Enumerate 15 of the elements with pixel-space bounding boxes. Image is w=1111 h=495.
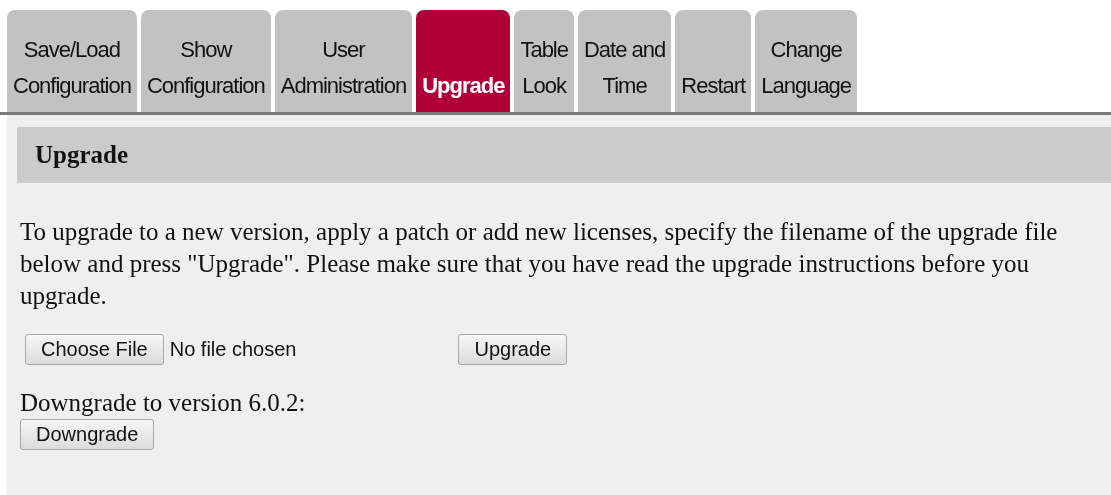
tab[interactable]: Table Look [514, 10, 574, 112]
tab[interactable]: Save/Load Configuration [7, 10, 137, 112]
tab[interactable]: Upgrade [416, 10, 511, 112]
file-status-text: No file chosen [169, 338, 297, 361]
tab[interactable]: Change Language [755, 10, 858, 112]
upgrade-button[interactable]: Upgrade [458, 334, 568, 365]
choose-file-button[interactable]: Choose File [25, 334, 164, 365]
tab[interactable]: Restart [675, 10, 752, 112]
tab[interactable]: User Administration [274, 10, 413, 112]
section-title: Upgrade [35, 141, 129, 169]
tab[interactable]: Date and Time [578, 10, 672, 112]
downgrade-label: Downgrade to version 6.0.2: [20, 389, 307, 417]
description-text: To upgrade to a new version, apply a patch or add new licenses, specify the filename of the upgrade file below and press "Upgrade". Please make sure that you have read the upgrade instructions before you upgrade. [20, 217, 1059, 311]
tab[interactable]: Show Configuration [140, 10, 271, 112]
downgrade-button[interactable]: Downgrade [20, 419, 155, 450]
